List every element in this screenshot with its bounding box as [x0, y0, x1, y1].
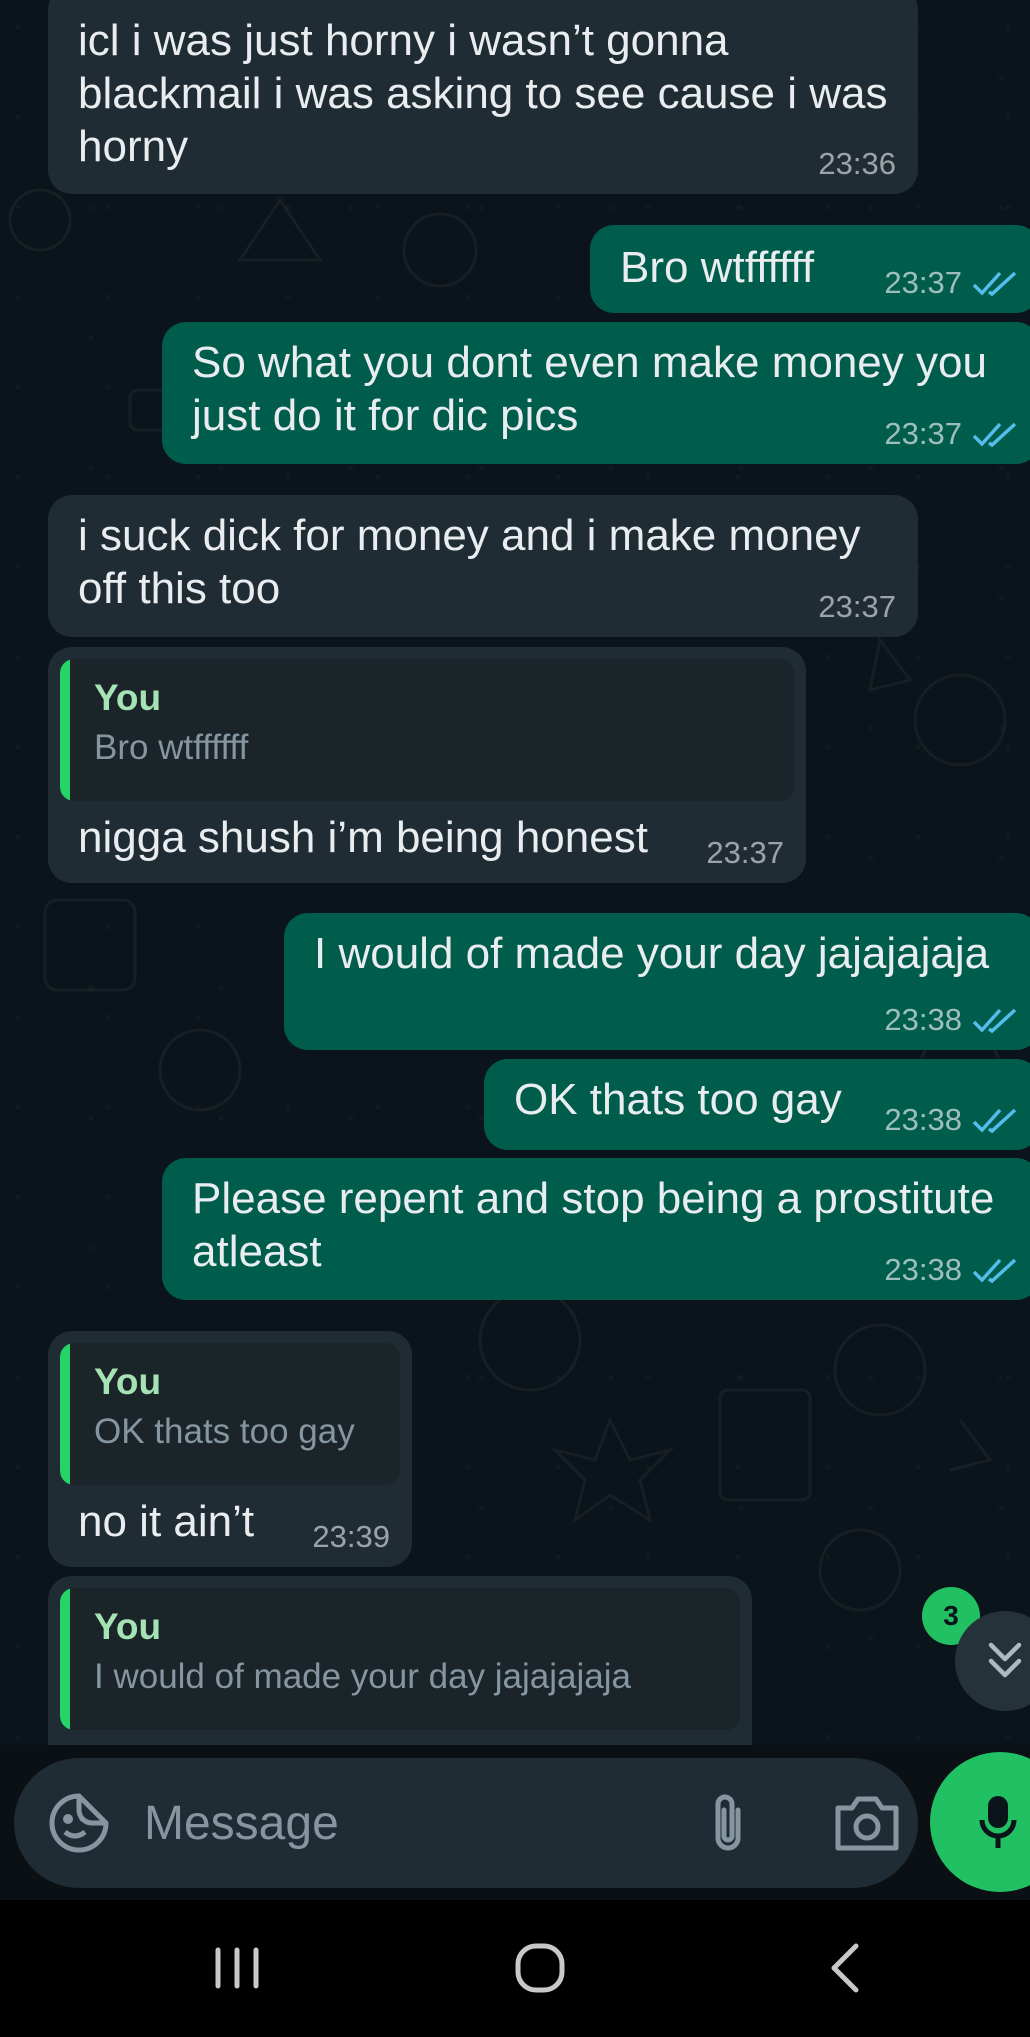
- message-time: 23:36: [818, 146, 896, 181]
- chat-area[interactable]: icl i was just horny i wasn’t gonna blac…: [0, 0, 1030, 1745]
- read-ticks-icon: [972, 271, 1017, 297]
- message-time: 23:38: [884, 1102, 962, 1137]
- message-bubble-outgoing[interactable]: Please repent and stop being a prostitut…: [162, 1158, 1030, 1300]
- message-bubble-outgoing[interactable]: Bro wtffffff 23:37: [590, 225, 1030, 313]
- message-meta: 23:36: [818, 146, 896, 182]
- paperclip-icon[interactable]: [698, 1788, 758, 1858]
- message-time: 23:37: [706, 835, 784, 870]
- quoted-message[interactable]: You Bro wtffffff: [60, 659, 794, 801]
- message-bubble-outgoing[interactable]: OK thats too gay 23:38: [484, 1059, 1030, 1150]
- message-bubble-incoming-reply[interactable]: You OK thats too gay no it ain’t 23:39: [48, 1331, 412, 1567]
- read-ticks-icon: [972, 422, 1017, 448]
- quote-text: I would of made your day jajajajaja: [94, 1657, 631, 1696]
- message-time: 23:38: [884, 1002, 962, 1037]
- message-bubble-incoming[interactable]: i suck dick for money and i make money o…: [48, 495, 918, 637]
- quote-author: You: [94, 1606, 162, 1647]
- message-time: 23:38: [884, 1252, 962, 1287]
- message-time: 23:39: [312, 1519, 390, 1554]
- message-composer: [14, 1758, 918, 1888]
- message-bubble-incoming[interactable]: icl i was just horny i wasn’t gonna blac…: [48, 0, 918, 194]
- message-time: 23:37: [884, 265, 962, 300]
- quote-text: OK thats too gay: [94, 1412, 355, 1451]
- message-text: icl i was just horny i wasn’t gonna blac…: [78, 16, 900, 171]
- message-bubble-outgoing[interactable]: So what you dont even make money you jus…: [162, 322, 1030, 464]
- message-meta: 23:37: [884, 265, 1018, 301]
- quote-author: You: [94, 677, 162, 718]
- message-text: i suck dick for money and i make money o…: [78, 511, 873, 613]
- message-meta: 23:38: [884, 1102, 1018, 1138]
- home-icon[interactable]: [510, 1938, 570, 1998]
- message-meta: 23:38: [884, 1002, 1018, 1038]
- double-chevron-down-icon: [988, 1642, 1022, 1678]
- message-time: 23:37: [818, 589, 896, 624]
- message-meta: 23:39: [312, 1519, 390, 1555]
- message-meta: 23:37: [818, 589, 896, 625]
- message-time: 23:37: [884, 416, 962, 451]
- back-icon[interactable]: [820, 1938, 870, 1998]
- read-ticks-icon: [972, 1258, 1017, 1284]
- message-meta: 23:37: [884, 416, 1018, 452]
- message-bubble-incoming-reply[interactable]: You Bro wtffffff nigga shush i’m being h…: [48, 647, 806, 883]
- microphone-icon: [979, 1796, 1017, 1848]
- system-navigation-bar: [0, 1900, 1030, 2037]
- emoji-sticker-icon[interactable]: [48, 1792, 110, 1854]
- quote-author: You: [94, 1361, 162, 1402]
- message-input[interactable]: [144, 1783, 664, 1863]
- quote-text: Bro wtffffff: [94, 728, 249, 767]
- camera-icon[interactable]: [832, 1792, 902, 1854]
- quoted-message[interactable]: You I would of made your day jajajajaja: [60, 1588, 740, 1730]
- message-meta: 23:37: [706, 835, 784, 871]
- message-bubble-outgoing[interactable]: I would of made your day jajajajaja 23:3…: [284, 913, 1030, 1050]
- message-text: I would of made your day jajajajaja: [314, 929, 990, 978]
- message-text: nigga shush i’m being honest: [78, 813, 648, 862]
- voice-record-button[interactable]: [930, 1752, 1030, 1892]
- quoted-message[interactable]: You OK thats too gay: [60, 1343, 400, 1485]
- recent-apps-icon[interactable]: [212, 1938, 262, 1998]
- message-bubble-incoming-reply[interactable]: You I would of made your day jajajajaja: [48, 1576, 752, 1745]
- read-ticks-icon: [972, 1008, 1017, 1034]
- message-meta: 23:38: [884, 1252, 1018, 1288]
- read-ticks-icon: [972, 1108, 1017, 1134]
